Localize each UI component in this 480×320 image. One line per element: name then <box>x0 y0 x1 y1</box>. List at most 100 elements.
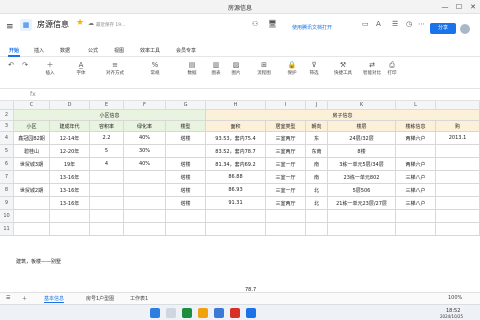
table-cell[interactable] <box>306 210 328 223</box>
table-cell[interactable]: 三梯八户 <box>396 197 436 210</box>
table-cell[interactable] <box>396 145 436 158</box>
column-title[interactable]: 容积率 <box>90 121 124 132</box>
table-cell[interactable]: 鑫冠园B2期 <box>14 132 50 145</box>
table-cell[interactable] <box>436 171 480 184</box>
column-title[interactable]: 建成年代 <box>50 121 90 132</box>
column-title[interactable]: 购 <box>436 121 480 132</box>
table-cell[interactable]: 东南 <box>306 145 328 158</box>
table-cell[interactable] <box>436 210 480 223</box>
group-header-house[interactable]: 房子信息 <box>206 110 480 121</box>
table-cell[interactable]: 13-16年 <box>50 197 90 210</box>
table-cell[interactable] <box>166 223 206 236</box>
table-cell[interactable]: 19年 <box>50 158 90 171</box>
table-cell[interactable]: 世贸城3期 <box>14 158 50 171</box>
table-cell[interactable] <box>50 223 90 236</box>
table-cell[interactable]: 世贸城2期 <box>14 184 50 197</box>
table-cell[interactable]: 24层/32层 <box>328 132 396 145</box>
row-header[interactable]: 2 <box>0 110 14 121</box>
table-cell[interactable] <box>436 184 480 197</box>
more-icon[interactable]: ⋯ <box>418 20 425 28</box>
flowchart-button[interactable]: ⊞ 流程图 <box>252 61 276 76</box>
table-cell[interactable]: 4 <box>90 158 124 171</box>
collab-icon[interactable]: ⚇ <box>252 20 258 28</box>
row-header[interactable]: 10 <box>0 210 14 223</box>
row-header[interactable]: 9 <box>0 197 14 210</box>
protect-button[interactable]: 🔒 保护 <box>284 61 300 76</box>
table-cell[interactable]: 塔楼 <box>166 132 206 145</box>
maximize-button[interactable]: ☐ <box>454 2 464 12</box>
avatar[interactable] <box>460 24 470 34</box>
table-cell[interactable] <box>124 184 166 197</box>
add-sheet-button[interactable]: ＋ <box>22 295 27 302</box>
column-header[interactable]: C <box>14 101 50 110</box>
table-cell[interactable]: 三室一厅 <box>266 158 306 171</box>
column-title[interactable]: 面积 <box>206 121 266 132</box>
table-cell[interactable] <box>90 223 124 236</box>
sheet-tab-sheet1[interactable]: 工作表1 <box>130 295 148 302</box>
data-button[interactable]: ▤ 数据 <box>182 61 202 76</box>
table-cell[interactable] <box>124 171 166 184</box>
table-cell[interactable] <box>166 145 206 158</box>
table-cell[interactable] <box>436 223 480 236</box>
table-cell[interactable] <box>14 197 50 210</box>
share-button[interactable]: 分享 <box>430 23 456 34</box>
column-header[interactable]: D <box>50 101 90 110</box>
table-cell[interactable] <box>436 145 480 158</box>
table-cell[interactable] <box>396 210 436 223</box>
row-header[interactable]: 5 <box>0 145 14 158</box>
column-header[interactable]: L <box>396 101 436 110</box>
row-header[interactable]: 3 <box>0 121 14 132</box>
number-format-select[interactable]: % 常规 <box>140 61 170 76</box>
history-icon[interactable]: ◷ <box>406 20 412 28</box>
table-cell[interactable] <box>436 158 480 171</box>
column-title[interactable]: 居室类型 <box>266 121 306 132</box>
table-cell[interactable] <box>124 210 166 223</box>
table-cell[interactable]: 13-16年 <box>50 184 90 197</box>
table-cell[interactable] <box>124 223 166 236</box>
tab-formula[interactable]: 公式 <box>88 47 98 54</box>
row-header[interactable]: 7 <box>0 171 14 184</box>
table-cell[interactable]: 8楼 <box>328 145 396 158</box>
table-cell[interactable]: 北 <box>306 184 328 197</box>
column-header[interactable]: H <box>206 101 266 110</box>
table-cell[interactable]: 南 <box>306 158 328 171</box>
table-cell[interactable]: 3栋一单元5层/34层 <box>328 158 396 171</box>
table-cell[interactable] <box>90 197 124 210</box>
table-cell[interactable]: 93.53，套内75.4 <box>206 132 266 145</box>
table-cell[interactable]: 两梯六户 <box>396 132 436 145</box>
table-cell[interactable]: 三室两厅 <box>266 145 306 158</box>
table-cell[interactable]: 86.88 <box>206 171 266 184</box>
table-cell[interactable]: 83.52，套内78.7 <box>206 145 266 158</box>
table-cell[interactable]: 23栋一单元802 <box>328 171 396 184</box>
insert-button[interactable]: ＋插入 <box>40 61 60 76</box>
row-header[interactable]: 8 <box>0 184 14 197</box>
table-cell[interactable] <box>206 210 266 223</box>
tab-insert[interactable]: 插入 <box>34 47 44 54</box>
font-size-icon[interactable]: A <box>376 20 381 28</box>
table-cell[interactable] <box>166 210 206 223</box>
column-title[interactable]: 朝向 <box>306 121 328 132</box>
filter-button[interactable]: ⊽ 筛选 <box>306 61 322 76</box>
tab-home[interactable]: 开始 <box>9 47 19 54</box>
row-header[interactable]: 6 <box>0 158 14 171</box>
comment-icon[interactable]: ▭ <box>362 20 369 28</box>
table-cell[interactable] <box>14 171 50 184</box>
wps-icon[interactable] <box>230 308 240 318</box>
table-cell[interactable] <box>306 223 328 236</box>
align-button[interactable]: ≡ 对齐方式 <box>100 61 130 76</box>
column-title[interactable]: 楼栋信息 <box>396 121 436 132</box>
tab-view[interactable]: 视图 <box>114 47 124 54</box>
table-cell[interactable] <box>266 210 306 223</box>
table-cell[interactable] <box>90 210 124 223</box>
open-in-app-link[interactable]: 使用腾讯文档打开 <box>292 24 332 31</box>
table-cell[interactable]: 三梯八户 <box>396 171 436 184</box>
document-title[interactable]: 房源信息 <box>37 19 69 30</box>
tab-efficiency[interactable]: 效率工具 <box>140 47 160 54</box>
table-cell[interactable]: 三室两厅 <box>266 197 306 210</box>
zoom-level[interactable]: 100% <box>448 295 462 301</box>
corner-cell[interactable] <box>0 101 14 110</box>
table-cell[interactable] <box>14 223 50 236</box>
table-cell[interactable]: 21栋一单元23层/27层 <box>328 197 396 210</box>
sheet-menu-icon[interactable]: ☰ <box>6 295 10 301</box>
table-cell[interactable] <box>124 197 166 210</box>
